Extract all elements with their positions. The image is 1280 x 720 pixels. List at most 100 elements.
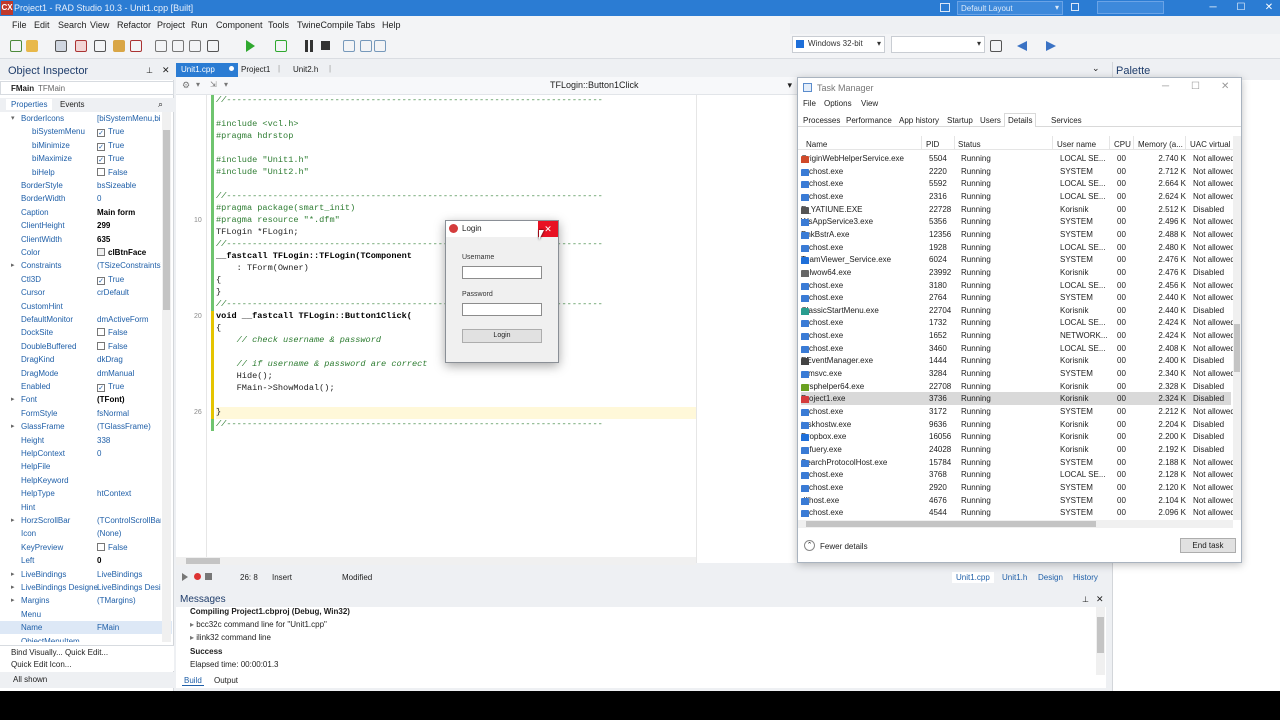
tab-list-chevron-icon[interactable]: ⌄ xyxy=(1092,63,1100,74)
code-line[interactable]: TFLogin *FLogin; xyxy=(216,227,299,239)
code-line[interactable]: { xyxy=(216,323,221,335)
process-row[interactable]: E_YATIUNE.EXE 22728 Running Korisnik 00 2.512… xyxy=(801,203,1231,216)
code-line[interactable]: FMain->ShowModal(); xyxy=(216,383,335,395)
tab-unit1-cpp[interactable]: Unit1.cpp xyxy=(176,63,238,77)
remove-file-icon[interactable] xyxy=(130,40,142,52)
property-value[interactable]: bsSizeable xyxy=(97,181,161,190)
property-value[interactable]: 0 xyxy=(97,449,161,458)
process-row[interactable]: svchost.exe 3768 Running LOCAL SE... 00 2.128… xyxy=(801,468,1233,481)
expand-icon[interactable]: ▸ xyxy=(11,596,15,604)
property-row[interactable]: biHelp False xyxy=(0,166,172,179)
tab-build[interactable]: Build xyxy=(182,676,204,686)
toggle-form-icon[interactable] xyxy=(207,40,219,52)
process-row[interactable]: svchost.exe 2920 Running SYSTEM 00 2.120 K Not… xyxy=(801,481,1233,494)
property-value[interactable]: (TMargins) xyxy=(97,596,161,605)
pin-icon[interactable]: ⊥ xyxy=(146,66,153,75)
property-row[interactable]: ▸ Constraints (TSizeConstraints) xyxy=(0,259,172,272)
property-row[interactable]: Caption Main form xyxy=(0,206,172,219)
process-row[interactable]: svchost.exe 3460 Running LOCAL SE... 00 2.408… xyxy=(801,342,1233,355)
property-row[interactable]: DefaultMonitor dmActiveForm xyxy=(0,313,172,326)
code-line[interactable]: //--------------------------------------… xyxy=(216,419,603,431)
message-line[interactable]: Success xyxy=(190,647,222,656)
editor-hscrollbar[interactable] xyxy=(176,557,696,565)
tm-tab-users[interactable]: Users xyxy=(980,116,1001,125)
property-row[interactable]: ▸ LiveBindings LiveBindings xyxy=(0,568,172,581)
step-into-icon[interactable] xyxy=(343,40,355,52)
forward-arrow-icon[interactable] xyxy=(1046,41,1056,51)
property-row[interactable]: Left 0 xyxy=(0,554,172,567)
bind-visually-link[interactable]: Bind Visually... Quick Edit... xyxy=(11,648,108,657)
tm-maximize-button[interactable]: ☐ xyxy=(1191,81,1200,92)
property-value[interactable]: False xyxy=(97,167,161,177)
process-row[interactable]: WsAppService3.exe 5356 Running SYSTEM 00 2.49… xyxy=(801,215,1233,228)
checkbox-icon[interactable]: ✓ xyxy=(97,142,105,151)
process-row[interactable]: EEventManager.exe 1444 Running Korisnik 00 2.… xyxy=(801,354,1231,367)
code-line[interactable]: #include "Unit1.h" xyxy=(216,155,309,167)
code-line[interactable]: Hide(); xyxy=(216,371,273,383)
close-button[interactable]: ✕ xyxy=(1255,0,1280,16)
run-icon[interactable] xyxy=(246,40,255,52)
open-project-icon[interactable] xyxy=(113,40,125,52)
menu-twinecompile[interactable]: TwineCompile xyxy=(297,20,354,30)
layout-save-icon[interactable] xyxy=(1071,3,1079,11)
property-row[interactable]: ▸ Font (TFont) xyxy=(0,393,172,406)
process-row[interactable]: dllhost.exe 4676 Running SYSTEM 00 2.104 K Not… xyxy=(801,494,1233,507)
process-row[interactable]: OriginWebHelperService.exe 5504 Running LOC… xyxy=(801,152,1233,165)
quick-edit-icon-link[interactable]: Quick Edit Icon... xyxy=(11,660,71,669)
property-row[interactable]: ObjectMenuItem xyxy=(0,635,172,642)
minimize-button[interactable]: ─ xyxy=(1199,0,1227,16)
property-row[interactable]: biSystemMenu ✓ True xyxy=(0,125,172,138)
property-value[interactable]: LiveBindings Desi xyxy=(97,583,161,592)
property-value[interactable]: (None) xyxy=(97,529,161,538)
property-value[interactable]: 338 xyxy=(97,436,161,445)
oi-close-icon[interactable]: ✕ xyxy=(162,65,170,76)
message-line[interactable]: ▸ bcc32c command line for "Unit1.cpp" xyxy=(190,620,327,629)
checkbox-icon[interactable] xyxy=(97,341,105,350)
property-row[interactable]: DragMode dmManual xyxy=(0,367,172,380)
message-line[interactable]: Elapsed time: 00:00:01.3 xyxy=(190,660,279,669)
tm-tab-startup[interactable]: Startup xyxy=(947,116,973,125)
property-value[interactable]: dmManual xyxy=(97,369,161,378)
tab-unit2-h[interactable]: Unit2.h xyxy=(288,63,323,77)
code-line[interactable]: : TForm(Owner) xyxy=(216,263,309,275)
checkbox-icon[interactable]: ✓ xyxy=(97,276,105,285)
maximize-button[interactable]: ☐ xyxy=(1227,0,1255,16)
checkbox-icon[interactable] xyxy=(97,167,105,176)
component-selector[interactable]: FMain TFMain xyxy=(0,81,174,95)
property-value[interactable]: 0 xyxy=(97,194,161,203)
code-line[interactable]: __fastcall TFLogin::TFLogin(TComponent xyxy=(216,251,412,263)
editor-nav-chevron-icon[interactable]: ▾ xyxy=(196,80,200,89)
property-row[interactable]: HelpContext 0 xyxy=(0,447,172,460)
messages-close-icon[interactable]: ✕ xyxy=(1096,594,1104,605)
property-row[interactable]: Name FMain xyxy=(0,621,172,635)
process-row[interactable]: svchost.exe 1732 Running LOCAL SE... 00 2.424… xyxy=(801,316,1233,329)
process-row[interactable]: ClassicStartMenu.exe 22704 Running Korisnik… xyxy=(801,304,1231,317)
property-row[interactable]: ▾ BorderIcons [biSystemMenu,biMi xyxy=(0,112,172,125)
property-row[interactable]: ▸ LiveBindings Designe LiveBindings Desi xyxy=(0,581,172,594)
process-row[interactable]: nvsphelper64.exe 22708 Running Korisnik 00 2.… xyxy=(801,380,1231,393)
stop-macro-icon[interactable] xyxy=(205,573,212,580)
property-value[interactable]: (TControlScrollBar xyxy=(97,516,161,525)
property-value[interactable]: Main form xyxy=(97,208,161,217)
stop-icon[interactable] xyxy=(321,41,330,50)
tm-tab-app-history[interactable]: App history xyxy=(899,116,939,125)
property-value[interactable]: (TSizeConstraints) xyxy=(97,261,161,270)
tab-output[interactable]: Output xyxy=(214,676,238,685)
end-task-button[interactable]: End task xyxy=(1180,538,1236,553)
property-value[interactable]: ✓ True xyxy=(97,127,161,138)
menu-help[interactable]: Help xyxy=(382,20,401,30)
property-row[interactable]: HelpKeyword xyxy=(0,474,172,487)
new-icon[interactable] xyxy=(10,40,22,52)
property-row[interactable]: Hint xyxy=(0,501,172,514)
tm-menu-file[interactable]: File xyxy=(803,99,816,108)
property-row[interactable]: ▸ HorzScrollBar (TControlScrollBar xyxy=(0,514,172,527)
bottom-tab-unit1-cpp[interactable]: Unit1.cpp xyxy=(952,572,994,583)
tm-menu-options[interactable]: Options xyxy=(824,99,852,108)
process-row[interactable]: svchost.exe 1652 Running NETWORK... 00 2.424 … xyxy=(801,329,1233,342)
tm-hscrollbar[interactable] xyxy=(798,520,1233,528)
tm-vscrollbar[interactable] xyxy=(1233,136,1241,520)
menu-tools[interactable]: Tools xyxy=(268,20,289,30)
run-without-debug-icon[interactable] xyxy=(275,40,287,52)
process-row[interactable]: svchost.exe 2764 Running SYSTEM 00 2.440 K Not… xyxy=(801,291,1233,304)
play-macro-icon[interactable] xyxy=(182,573,188,581)
